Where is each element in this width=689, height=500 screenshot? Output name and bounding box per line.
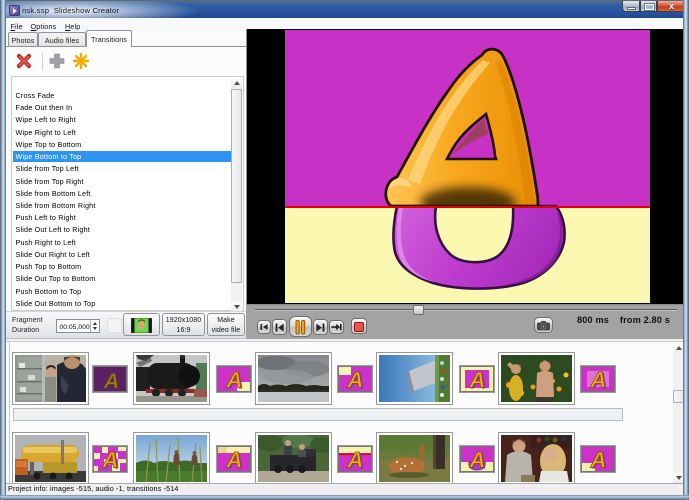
svg-text:A: A: [103, 370, 119, 391]
